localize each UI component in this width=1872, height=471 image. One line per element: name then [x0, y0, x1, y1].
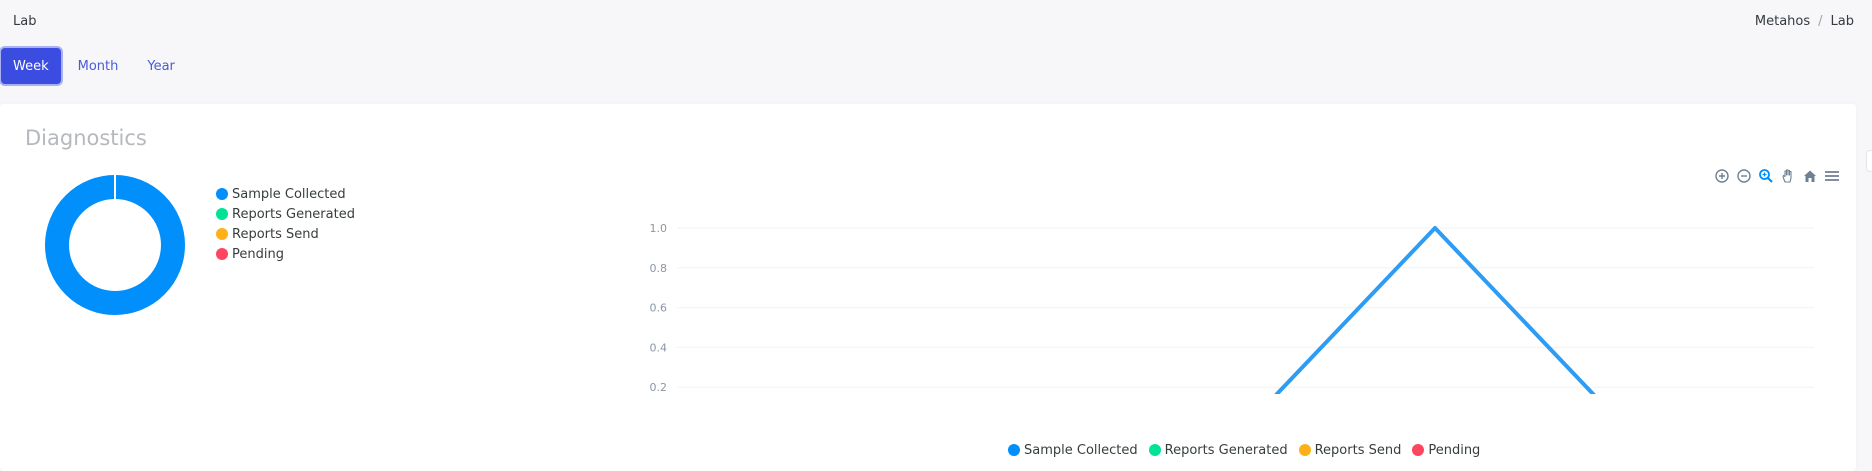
y-tick-label: 0.8	[650, 262, 668, 275]
card-title: Diagnostics	[25, 126, 147, 150]
legend-marker	[1298, 444, 1311, 456]
top-bar: Lab Metahos / Lab	[0, 0, 1872, 42]
line-chart-legend: Sample Collected Reports Generated Repor…	[1008, 440, 1491, 460]
legend-marker	[216, 208, 228, 220]
legend-marker	[216, 248, 228, 260]
legend-item-reports-generated[interactable]: Reports Generated	[1148, 440, 1288, 460]
legend-marker	[1148, 444, 1161, 456]
home-reset-icon[interactable]	[1800, 166, 1820, 186]
selection-zoom-icon[interactable]	[1756, 166, 1776, 186]
zoom-in-icon[interactable]	[1712, 166, 1732, 186]
legend-label: Reports Generated	[1164, 442, 1288, 458]
legend-label: Pending	[232, 246, 284, 262]
menu-icon[interactable]	[1822, 166, 1842, 186]
legend-label: Reports Send	[232, 226, 319, 242]
legend-item-pending[interactable]: Pending	[216, 244, 355, 264]
legend-label: Sample Collected	[232, 186, 346, 202]
tab-week[interactable]: Week	[1, 48, 61, 84]
breadcrumb-separator: /	[1818, 13, 1823, 29]
legend-label: Pending	[1428, 442, 1481, 458]
legend-marker	[216, 188, 228, 200]
breadcrumb-item-metahos[interactable]: Metahos	[1755, 14, 1810, 29]
diagnostics-card: Diagnostics Sample Collected Reports Gen…	[0, 104, 1856, 471]
donut-slice-sample-collected[interactable]	[45, 175, 185, 315]
tab-month[interactable]: Month	[66, 48, 131, 84]
settings-drawer-handle[interactable]	[1866, 150, 1872, 172]
legend-item-reports-send[interactable]: Reports Send	[216, 224, 355, 244]
donut-legend: Sample Collected Reports Generated Repor…	[216, 184, 355, 264]
y-tick-label: 0.6	[650, 302, 668, 315]
legend-item-sample-collected[interactable]: Sample Collected	[216, 184, 355, 204]
legend-marker	[1412, 444, 1425, 456]
y-tick-label: 0.2	[650, 381, 668, 394]
legend-marker	[1008, 444, 1020, 456]
legend-item-reports-send[interactable]: Reports Send	[1298, 440, 1402, 460]
page-title: Lab	[13, 13, 37, 29]
line-chart: 0.00.20.40.60.81.024/05/2425/05/2426/05/…	[650, 222, 1814, 394]
chart-toolbar	[1712, 166, 1844, 186]
legend-marker	[216, 228, 228, 240]
legend-label: Reports Generated	[232, 206, 355, 222]
legend-item-pending[interactable]: Pending	[1412, 440, 1480, 460]
tab-year[interactable]: Year	[135, 48, 187, 84]
donut-chart	[40, 170, 190, 320]
breadcrumb: Metahos / Lab	[1755, 14, 1854, 29]
legend-item-sample-collected[interactable]: Sample Collected	[1008, 440, 1138, 460]
y-tick-label: 0.4	[650, 341, 668, 354]
pan-hand-icon[interactable]	[1778, 166, 1798, 186]
series-line-sample-collected[interactable]	[677, 226, 1814, 394]
y-tick-label: 1.0	[650, 222, 668, 235]
legend-label: Reports Send	[1314, 442, 1402, 458]
range-tabs: Week Month Year	[1, 48, 192, 84]
legend-label: Sample Collected	[1024, 442, 1138, 458]
zoom-out-icon[interactable]	[1734, 166, 1754, 186]
donut-svg	[45, 175, 185, 315]
breadcrumb-item-lab: Lab	[1830, 13, 1854, 29]
legend-item-reports-generated[interactable]: Reports Generated	[216, 204, 355, 224]
